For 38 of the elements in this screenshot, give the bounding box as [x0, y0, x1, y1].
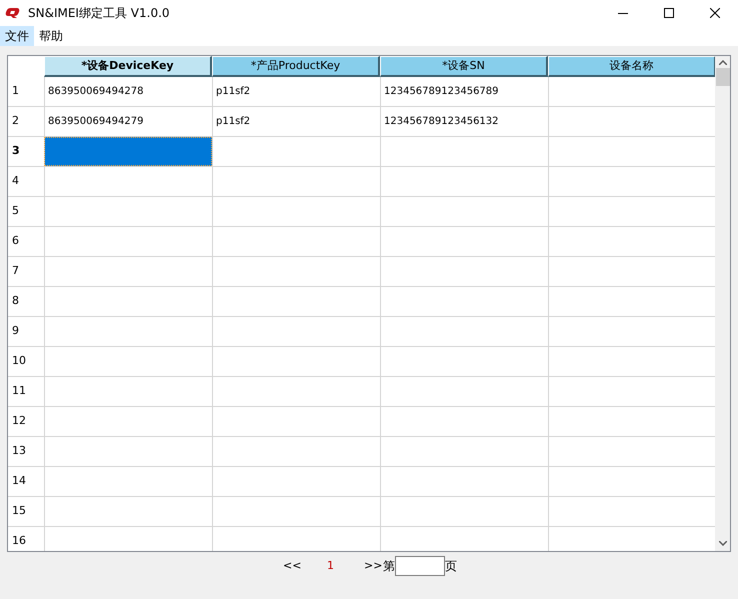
- next-page-button[interactable]: >>: [364, 558, 380, 574]
- row-number: 7: [11, 263, 20, 280]
- row-number: 4: [11, 173, 20, 190]
- app-logo-icon: [5, 7, 21, 19]
- menu-item[interactable]: 文件: [0, 26, 34, 46]
- row-number: 6: [11, 233, 20, 250]
- row-number: 9: [11, 323, 20, 340]
- current-page-number: 1: [327, 558, 334, 574]
- scroll-up-icon: [718, 60, 726, 65]
- row-number: 8: [11, 293, 20, 310]
- scroll-down-icon: [718, 541, 726, 546]
- row-number: 3: [11, 143, 21, 160]
- row-number: 16: [11, 533, 27, 550]
- row-number: 10: [11, 353, 27, 370]
- column-header[interactable]: *产品ProductKey: [212, 56, 380, 77]
- column-header[interactable]: *设备SN: [380, 56, 548, 77]
- row-number: 1: [11, 83, 20, 100]
- scrollbar[interactable]: [715, 56, 730, 551]
- row-number: 13: [11, 443, 27, 460]
- previous-page-button[interactable]: <<: [283, 558, 299, 574]
- scrollbar-thumb[interactable]: [716, 68, 730, 86]
- minimize-icon: [618, 12, 628, 14]
- window-title: SN&IMEI绑定工具 V1.0.0: [28, 5, 170, 22]
- maximize-icon: [664, 8, 674, 18]
- row-number: 5: [11, 203, 20, 220]
- column-header[interactable]: *设备DeviceKey: [44, 56, 212, 77]
- goto-suffix-label: 页: [445, 558, 457, 575]
- page-input-field[interactable]: [395, 556, 445, 576]
- row-number: 12: [11, 413, 27, 430]
- goto-prefix-label: 第: [383, 558, 395, 575]
- menu-item[interactable]: 帮助: [34, 26, 68, 46]
- row-number: 14: [11, 473, 27, 490]
- column-header[interactable]: 设备名称: [548, 56, 715, 77]
- row-number: 15: [11, 503, 27, 520]
- close-icon: [710, 8, 720, 18]
- table-cell[interactable]: [44, 137, 212, 166]
- row-number: 11: [11, 383, 27, 400]
- row-number: 2: [11, 113, 20, 130]
